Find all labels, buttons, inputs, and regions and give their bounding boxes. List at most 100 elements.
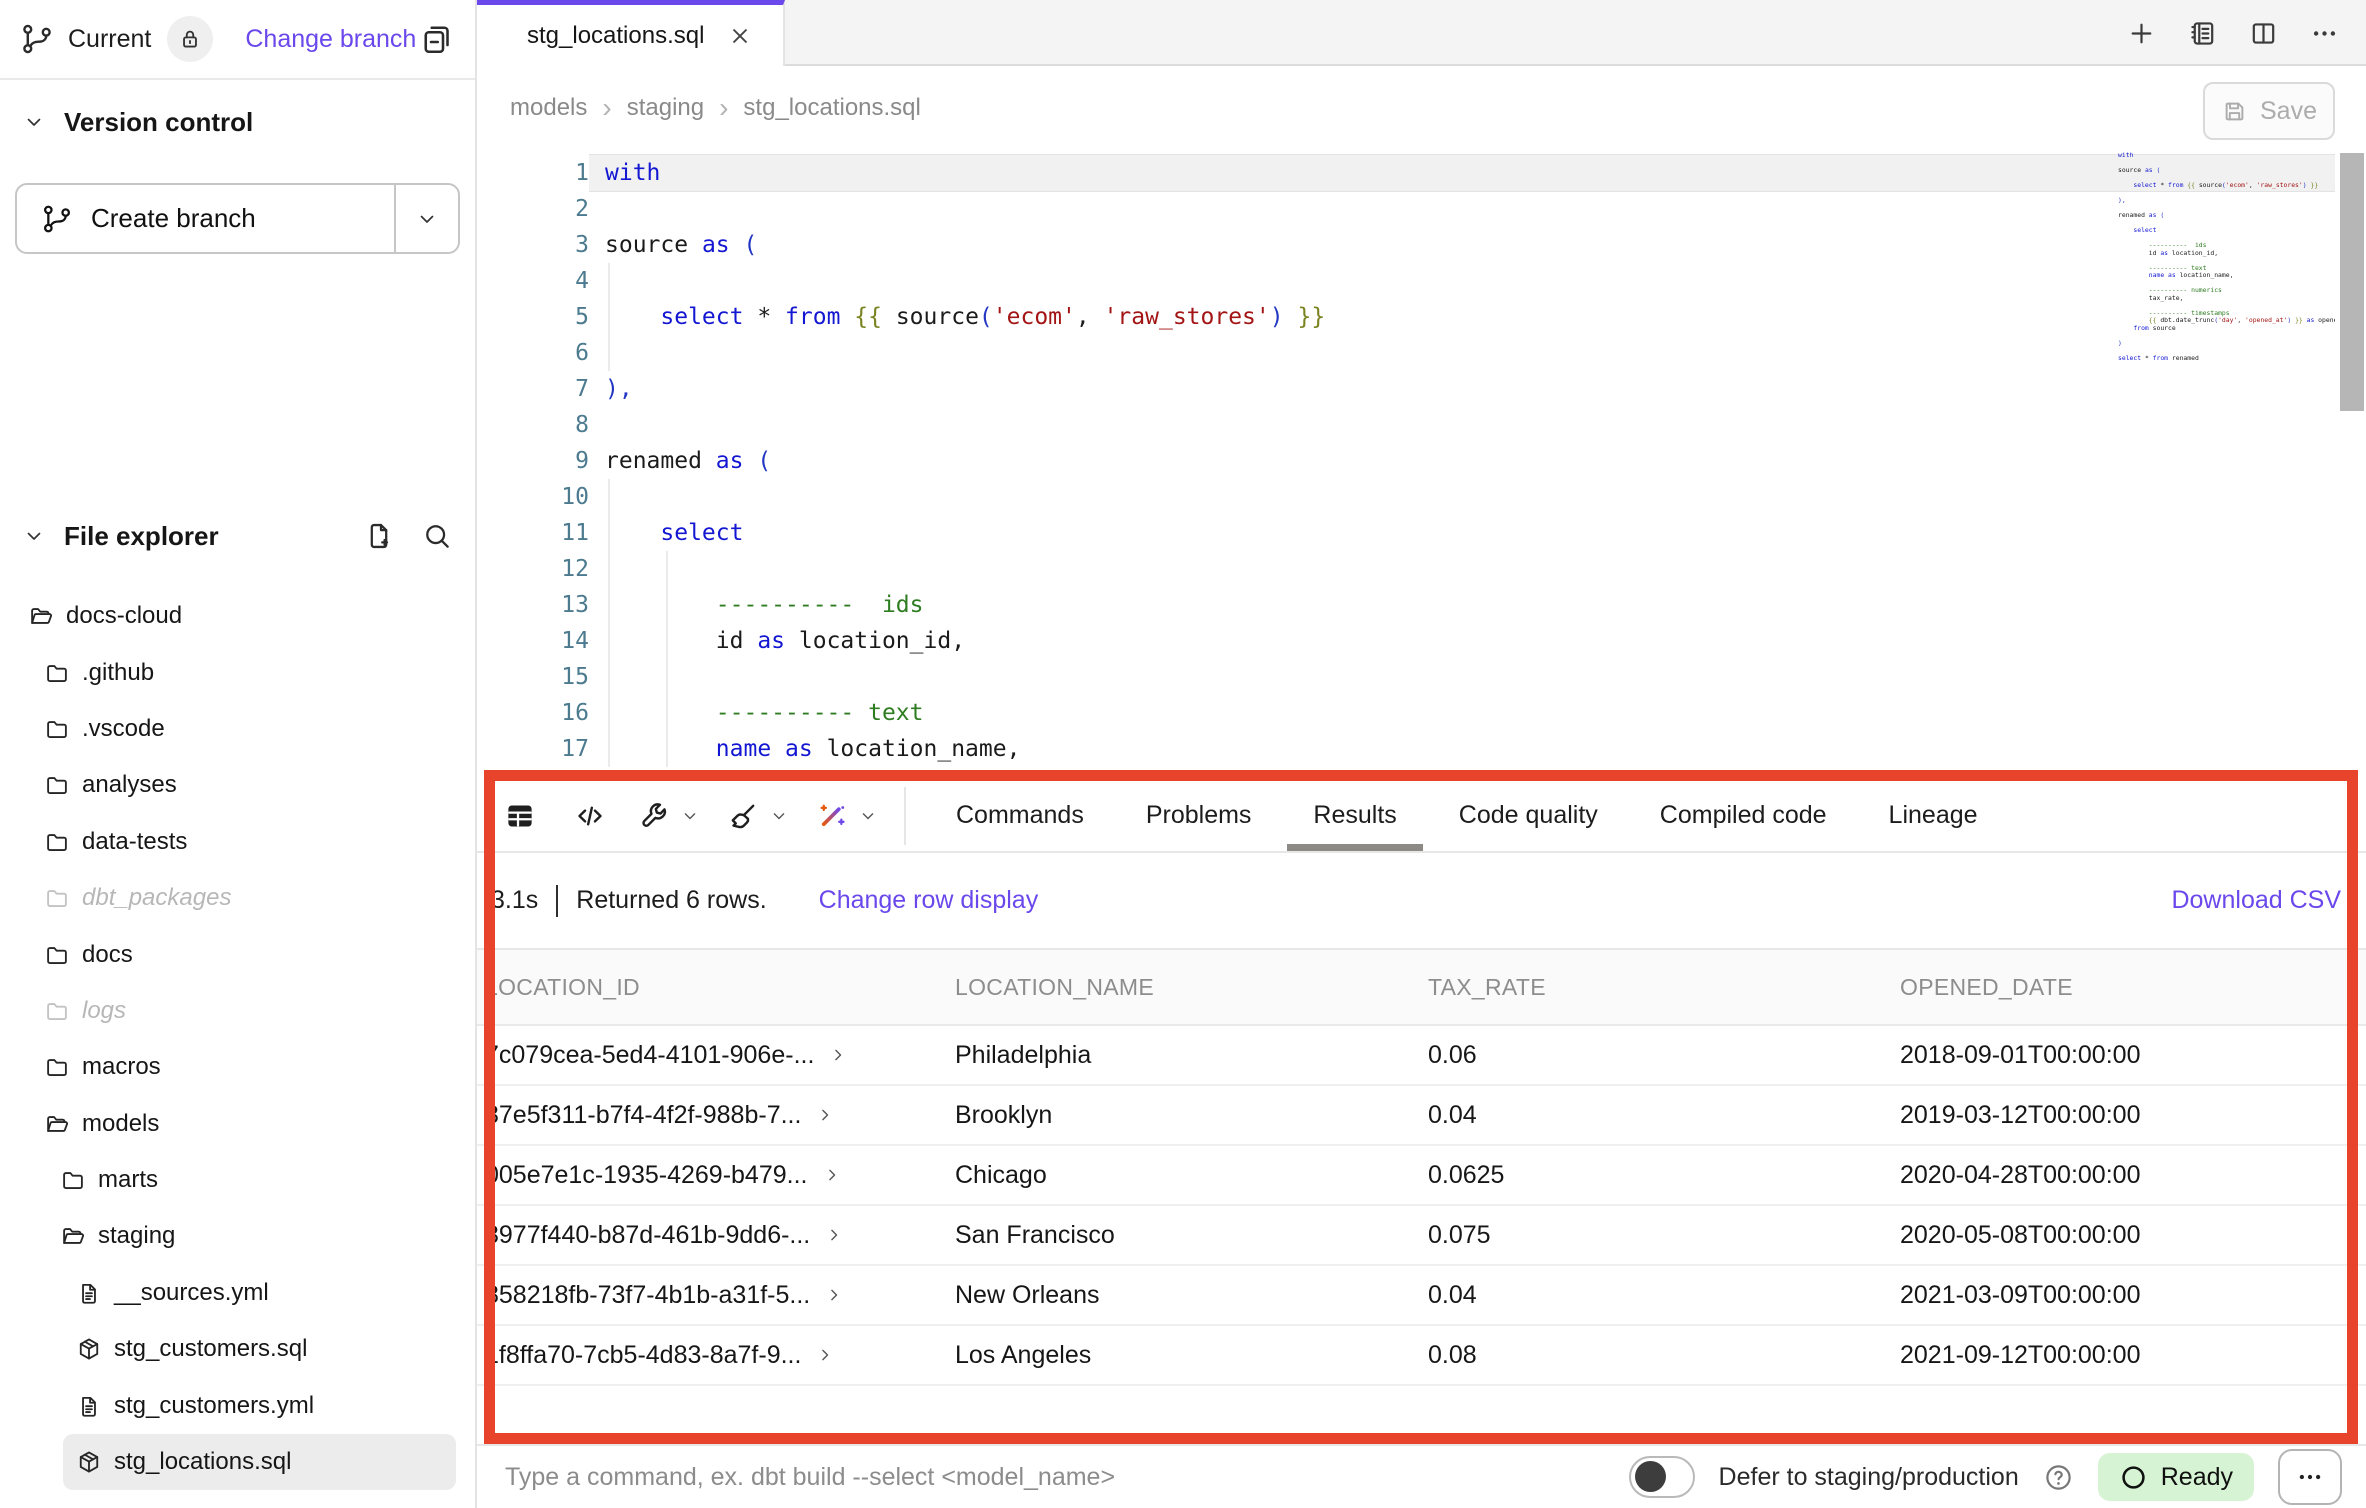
file-tree-item-staging[interactable]: staging	[0, 1208, 475, 1264]
panel-tab-commands[interactable]: Commands	[956, 780, 1084, 851]
code-line-15[interactable]: 15	[477, 659, 2366, 695]
line-number: 9	[477, 448, 589, 474]
version-control-header[interactable]: Version control	[0, 100, 475, 144]
breadcrumb-item[interactable]: models	[510, 94, 587, 122]
file-tree-item-stg-customers-sql[interactable]: stg_customers.sql	[0, 1321, 475, 1377]
code-line-13[interactable]: 13 ---------- ids	[477, 587, 2366, 623]
cell-tax-rate: 0.075	[1428, 1221, 1900, 1250]
minimap[interactable]: with source as ( select * from {{ source…	[2118, 152, 2335, 362]
file-tree-item-data-tests[interactable]: data-tests	[0, 814, 475, 870]
code-line-7[interactable]: 7),	[477, 371, 2366, 407]
code-line-17[interactable]: 17 name as location_name,	[477, 731, 2366, 767]
format-button[interactable]	[726, 799, 789, 833]
code-text: with	[589, 155, 2335, 191]
change-row-display-link[interactable]: Change row display	[819, 886, 1039, 915]
more-options-icon[interactable]	[2309, 18, 2340, 49]
file-label: .github	[82, 659, 154, 687]
change-branch-link[interactable]: Change branch	[245, 25, 416, 54]
table-row: 005e7e1c-1935-4269-b479...Chicago0.06252…	[477, 1146, 2366, 1206]
split-editor-icon[interactable]	[2248, 18, 2279, 49]
folder-icon	[44, 998, 70, 1024]
file-tree-item-docs[interactable]: docs	[0, 926, 475, 982]
line-number: 3	[477, 232, 589, 258]
code-text	[589, 551, 2335, 587]
file-explorer-header[interactable]: File explorer	[0, 512, 475, 560]
ai-fix-button[interactable]	[815, 799, 878, 833]
cell-location-name: New Orleans	[955, 1281, 1428, 1310]
new-tab-icon[interactable]	[2126, 18, 2157, 49]
file-tree-item-stg-customers-yml[interactable]: stg_customers.yml	[0, 1377, 475, 1433]
download-csv-link[interactable]: Download CSV	[2171, 886, 2341, 915]
cell-tax-rate: 0.0625	[1428, 1161, 1900, 1190]
file-tree-item-logs[interactable]: logs	[0, 983, 475, 1039]
panel-tab-problems[interactable]: Problems	[1146, 780, 1252, 851]
code-line-2[interactable]: 2	[477, 191, 2366, 227]
build-button[interactable]	[637, 799, 700, 833]
code-line-1[interactable]: 1with	[477, 155, 2366, 191]
breadcrumb-item[interactable]: staging	[627, 94, 704, 122]
editor-scrollbar[interactable]	[2340, 153, 2364, 411]
code-editor[interactable]: 1with23source as (45 select * from {{ so…	[477, 150, 2366, 780]
code-line-16[interactable]: 16 ---------- text	[477, 695, 2366, 731]
panel-tab-code-quality[interactable]: Code quality	[1459, 780, 1598, 851]
results-table-body: 7c079cea-5ed4-4101-906e-...Philadelphia0…	[477, 1026, 2366, 1386]
panel-tab-results[interactable]: Results	[1313, 780, 1396, 851]
panel-tab-compiled-code[interactable]: Compiled code	[1660, 780, 1827, 851]
folder-open-icon	[28, 603, 54, 629]
code-line-9[interactable]: 9renamed as (	[477, 443, 2366, 479]
file-tree-item-stg-locations-sql[interactable]: stg_locations.sql	[63, 1434, 456, 1490]
save-button[interactable]: Save	[2203, 82, 2335, 140]
defer-label: Defer to staging/production	[1719, 1463, 2019, 1492]
more-actions-button[interactable]	[2278, 1449, 2342, 1505]
file-tree-item-dbt-packages[interactable]: dbt_packages	[0, 870, 475, 926]
file-tree-item-github[interactable]: .github	[0, 644, 475, 700]
file-label: stg_customers.sql	[114, 1335, 307, 1363]
command-input[interactable]	[503, 1462, 1407, 1493]
defer-toggle[interactable]	[1629, 1456, 1695, 1498]
code-line-11[interactable]: 11 select	[477, 515, 2366, 551]
file-tree-item-sources-yml[interactable]: __sources.yml	[0, 1265, 475, 1321]
code-line-3[interactable]: 3source as (	[477, 227, 2366, 263]
query-elapsed-time: 3.1s	[491, 886, 538, 915]
create-branch-button[interactable]: Create branch	[17, 185, 394, 252]
code-line-5[interactable]: 5 select * from {{ source('ecom', 'raw_s…	[477, 299, 2366, 335]
preview-table-button[interactable]	[503, 799, 537, 833]
file-tree-item-analyses[interactable]: analyses	[0, 757, 475, 813]
file-tree-item-docs-cloud[interactable]: docs-cloud	[0, 588, 475, 644]
code-line-6[interactable]: 6	[477, 335, 2366, 371]
panel-tab-lineage[interactable]: Lineage	[1889, 780, 1978, 851]
chevron-down-icon	[680, 806, 700, 826]
file-explorer-title: File explorer	[64, 521, 219, 552]
file-tree-item-marts[interactable]: marts	[0, 1152, 475, 1208]
code-line-4[interactable]: 4	[477, 263, 2366, 299]
save-icon	[2221, 98, 2248, 125]
code-line-12[interactable]: 12	[477, 551, 2366, 587]
code-text: ---------- text	[589, 695, 2335, 731]
ready-status-badge[interactable]: Ready	[2098, 1453, 2254, 1501]
file-label: staging	[98, 1222, 175, 1250]
copy-icon[interactable]	[419, 21, 455, 57]
file-tree: docs-cloud .github .vscodeanalyses data-tes…	[0, 588, 475, 1490]
file-tree-item-vscode[interactable]: .vscode	[0, 701, 475, 757]
file-label: docs-cloud	[66, 602, 182, 630]
code-lines: 1with23source as (45 select * from {{ so…	[477, 155, 2366, 767]
compile-code-button[interactable]	[573, 799, 607, 833]
code-line-14[interactable]: 14 id as location_id,	[477, 623, 2366, 659]
create-branch-dropdown[interactable]	[396, 185, 458, 252]
search-icon[interactable]	[421, 520, 453, 552]
file-tree-item-models[interactable]: models	[0, 1096, 475, 1152]
close-tab-icon[interactable]	[727, 23, 753, 49]
file-tree-item-macros[interactable]: macros	[0, 1039, 475, 1095]
code-line-10[interactable]: 10	[477, 479, 2366, 515]
new-file-icon[interactable]	[363, 520, 395, 552]
code-line-8[interactable]: 8	[477, 407, 2366, 443]
line-number: 12	[477, 556, 589, 582]
notebook-icon[interactable]	[2187, 18, 2218, 49]
tab-stg-locations-sql[interactable]: stg_locations.sql	[477, 0, 785, 66]
breadcrumb-separator-icon: ›	[602, 94, 611, 122]
chevron-down-icon	[415, 207, 439, 231]
help-question-icon[interactable]	[2043, 1462, 2074, 1493]
file-label: data-tests	[82, 828, 187, 856]
folder-icon	[44, 660, 70, 686]
breadcrumb-item[interactable]: stg_locations.sql	[743, 94, 920, 122]
